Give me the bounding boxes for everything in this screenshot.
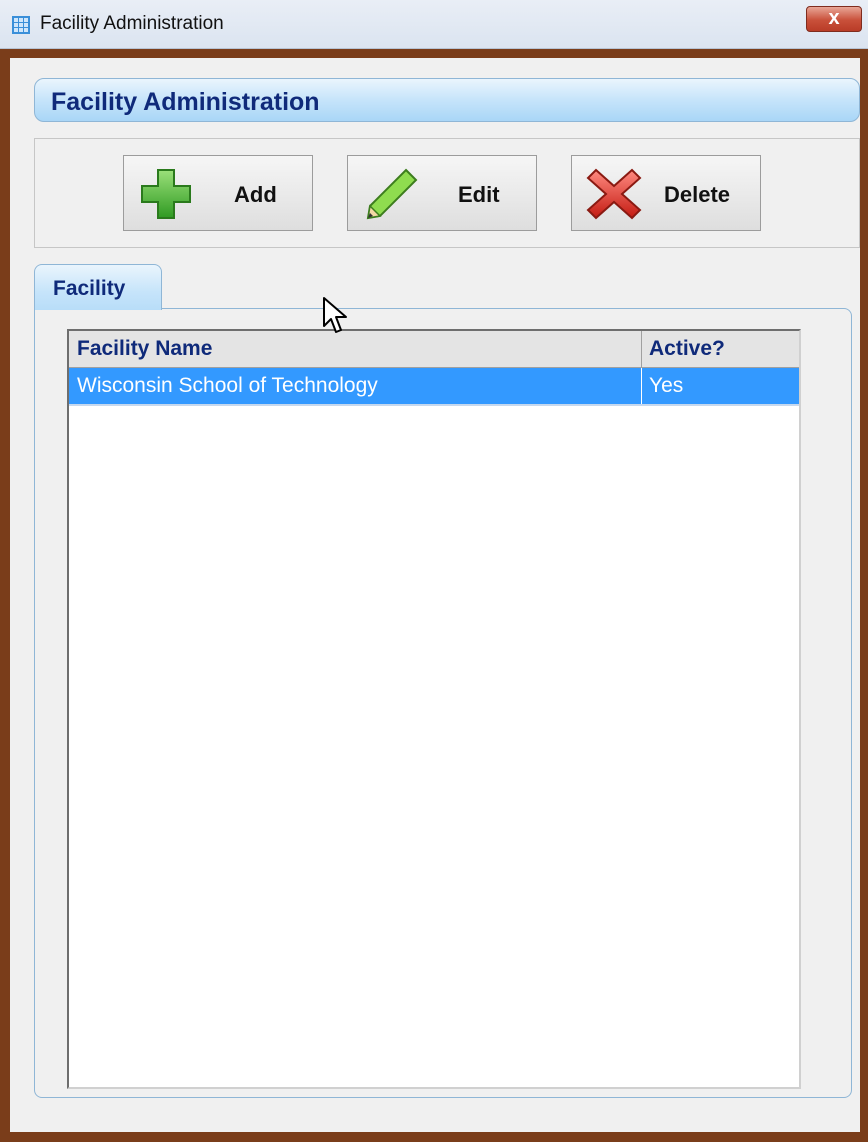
cell-facility-name: Wisconsin School of Technology	[77, 374, 378, 397]
add-button[interactable]: Add	[123, 155, 313, 231]
delete-button[interactable]: Delete	[571, 155, 761, 231]
column-header-facility-name[interactable]: Facility Name	[77, 337, 212, 361]
facility-grid[interactable]: Facility Name Active? Wisconsin School o…	[67, 329, 801, 1089]
close-button[interactable]: x	[806, 6, 862, 32]
title-bar[interactable]: Facility Administration x	[0, 0, 868, 49]
column-divider[interactable]	[641, 331, 642, 367]
grid-header: Facility Name Active?	[69, 331, 799, 368]
cell-divider	[641, 368, 642, 404]
facility-tab-panel: Facility Name Active? Wisconsin School o…	[34, 308, 852, 1098]
grid-app-icon	[12, 16, 30, 34]
toolbar: Add Edit Delete	[34, 138, 860, 248]
edit-label: Edit	[458, 182, 500, 207]
facility-admin-window: Facility Administration x Facility Admin…	[0, 0, 868, 1142]
pencil-icon	[366, 168, 418, 220]
tab-facility[interactable]: Facility	[34, 264, 162, 310]
tab-facility-label: Facility	[53, 277, 126, 300]
window-title: Facility Administration	[40, 13, 224, 34]
table-row[interactable]: Wisconsin School of Technology Yes	[69, 368, 799, 406]
mouse-pointer-icon	[323, 297, 347, 333]
red-x-icon	[586, 168, 642, 220]
header-banner: Facility Administration	[34, 78, 860, 122]
cell-active: Yes	[649, 374, 684, 397]
client-area: Facility Administration Add Edit Delete …	[10, 58, 860, 1132]
edit-button[interactable]: Edit	[347, 155, 537, 231]
close-icon: x	[828, 7, 840, 29]
add-label: Add	[234, 182, 277, 207]
page-title: Facility Administration	[51, 88, 320, 116]
green-plus-icon	[141, 169, 191, 219]
column-header-active[interactable]: Active?	[649, 337, 725, 361]
delete-label: Delete	[664, 182, 731, 207]
